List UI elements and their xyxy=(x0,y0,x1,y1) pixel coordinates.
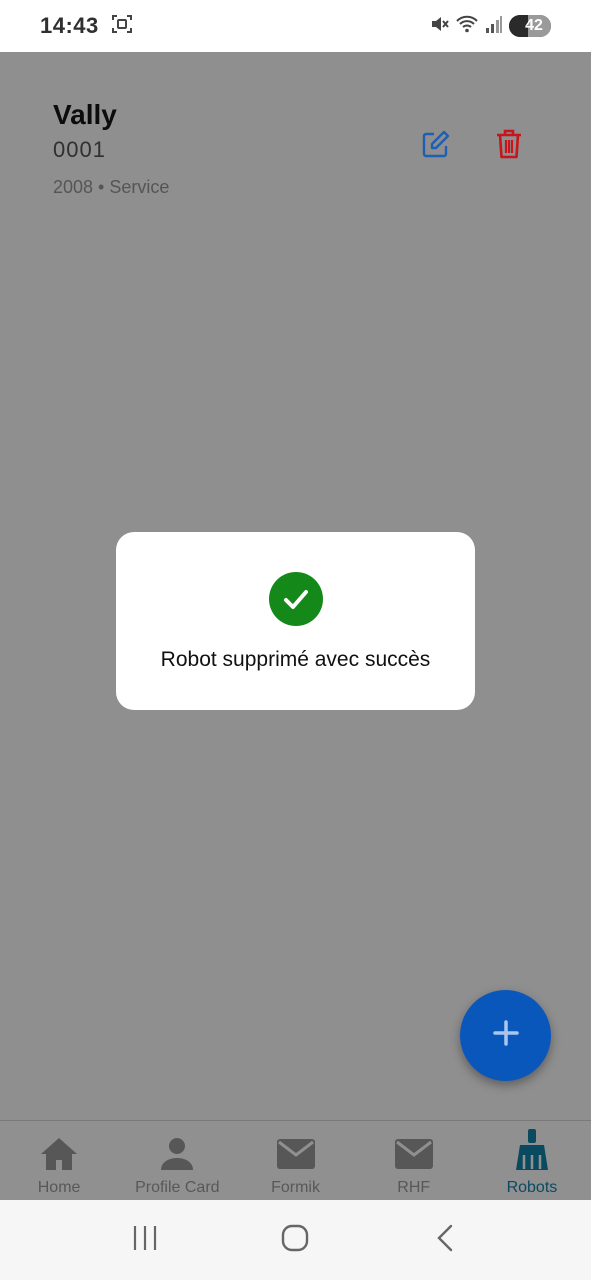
delete-button[interactable] xyxy=(491,128,527,164)
robot-list-item[interactable]: Vally 0001 2008 • Service xyxy=(53,98,543,198)
tab-robots[interactable]: Robots xyxy=(473,1121,591,1200)
robot-serial: 0001 xyxy=(53,137,106,162)
tab-rhf[interactable]: RHF xyxy=(355,1121,473,1200)
wifi-icon xyxy=(455,14,479,39)
add-robot-button[interactable] xyxy=(460,990,551,1081)
trash-icon xyxy=(494,128,524,165)
success-check-icon xyxy=(268,572,323,626)
robot-broom-icon xyxy=(512,1128,552,1177)
edit-icon xyxy=(420,128,452,165)
recent-apps-icon xyxy=(130,1223,160,1258)
tab-label: RHF xyxy=(397,1179,431,1196)
home-circle-icon xyxy=(280,1223,310,1258)
tab-home[interactable]: Home xyxy=(0,1121,118,1200)
back-chevron-icon xyxy=(431,1223,461,1258)
status-bar: 14:43 42 xyxy=(0,0,591,52)
status-left: 14:43 xyxy=(40,13,133,40)
status-time: 14:43 xyxy=(40,13,99,38)
bottom-tab-bar: Home Profile Card Formik RHF Robots xyxy=(0,1120,591,1200)
tab-label: Formik xyxy=(271,1179,320,1196)
tab-label: Robots xyxy=(506,1179,558,1196)
recent-apps-button[interactable] xyxy=(115,1210,175,1270)
signal-icon xyxy=(485,15,503,38)
back-button[interactable] xyxy=(416,1210,476,1270)
tab-label: Profile Card xyxy=(135,1179,220,1196)
battery-level: 42 xyxy=(525,17,543,34)
plus-icon xyxy=(491,1018,521,1053)
battery-indicator: 42 xyxy=(509,15,551,37)
success-message: Robot supprimé avec succès xyxy=(160,648,431,671)
robot-name: Vally xyxy=(53,99,117,130)
system-navigation-bar xyxy=(0,1200,591,1280)
edit-button[interactable] xyxy=(418,128,454,164)
tab-profile-card[interactable]: Profile Card xyxy=(118,1121,236,1200)
success-dialog: Robot supprimé avec succès xyxy=(116,532,475,710)
mail-icon xyxy=(394,1136,434,1177)
home-system-button[interactable] xyxy=(265,1210,325,1270)
tab-formik[interactable]: Formik xyxy=(236,1121,354,1200)
screenshot-icon xyxy=(111,13,133,40)
person-icon xyxy=(157,1136,197,1177)
mute-icon xyxy=(429,14,449,39)
status-right: 42 xyxy=(429,14,551,39)
robot-meta: 2008 • Service xyxy=(53,177,170,197)
mail-icon xyxy=(276,1136,316,1177)
tab-label: Home xyxy=(37,1179,81,1196)
home-icon xyxy=(39,1136,79,1177)
